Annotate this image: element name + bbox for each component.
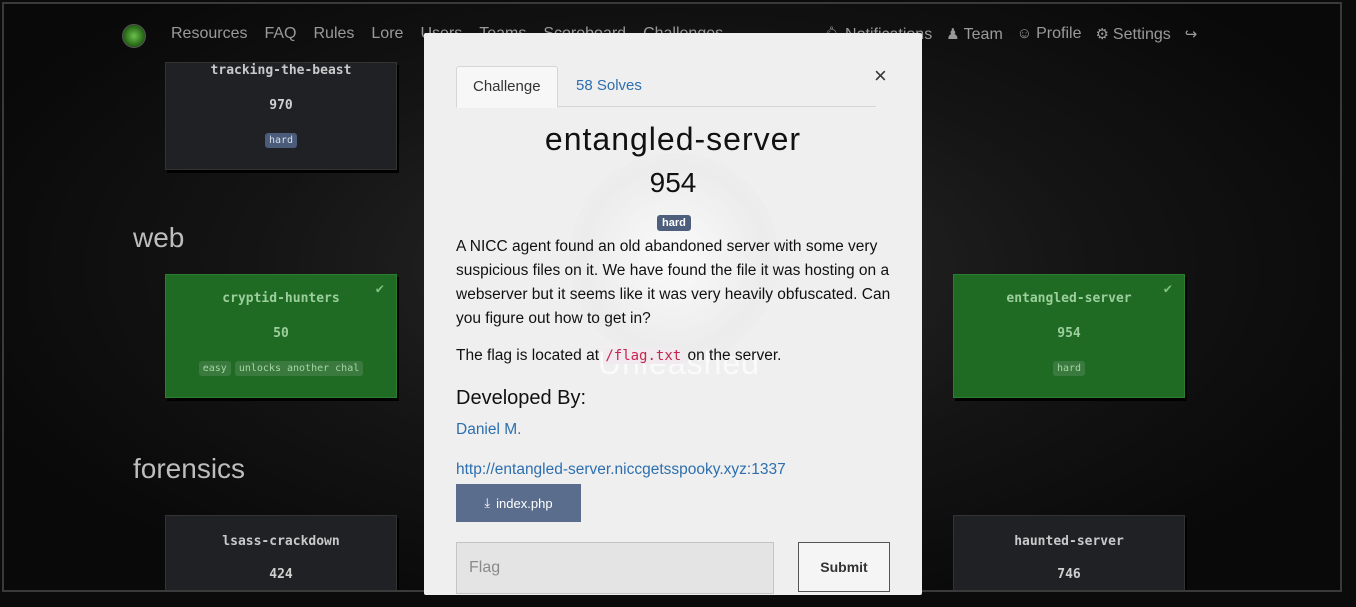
check-icon: ✔ (375, 281, 384, 297)
card-name: tracking-the-beast (210, 63, 352, 78)
nav-settings-label: Settings (1112, 26, 1171, 43)
card-tag: hard (1052, 361, 1086, 376)
challenge-card-lsass[interactable]: lsass-crackdown 424 (165, 515, 397, 590)
card-tag: easy (198, 361, 231, 376)
users-icon: ♟ (946, 26, 960, 43)
nav-team[interactable]: ♟ Team (946, 25, 1003, 44)
card-tag: hard (264, 133, 298, 148)
challenge-modal: Unleashed Challenge 58 Solves × entangle… (424, 33, 922, 595)
card-value: 970 (269, 98, 293, 113)
modal-tabs: Challenge 58 Solves (456, 66, 876, 108)
nav-link-lore[interactable]: Lore (371, 25, 403, 43)
flag-path: /flag.txt (603, 348, 684, 364)
gears-icon: ⚙ (1095, 26, 1109, 43)
nav-settings[interactable]: ⚙ Settings (1095, 25, 1170, 44)
nav-link-rules[interactable]: Rules (314, 25, 355, 43)
section-title-forensics: forensics (133, 453, 246, 484)
card-tag: unlocks another chal (234, 361, 364, 376)
download-file-button[interactable]: ⤓ index.php (456, 484, 581, 522)
section-title-web: web (133, 222, 185, 253)
nav-link-faq[interactable]: FAQ (264, 25, 296, 43)
file-label: index.php (496, 495, 553, 511)
card-value: 954 (1057, 326, 1081, 341)
challenge-tag: hard (657, 215, 691, 231)
challenge-url-link[interactable]: http://entangled-server.niccgetsspooky.x… (456, 461, 786, 479)
tab-challenge[interactable]: Challenge (456, 66, 558, 108)
card-value: 50 (273, 326, 289, 341)
flag-input[interactable] (456, 542, 774, 594)
card-value: 746 (1057, 567, 1081, 582)
developer-link[interactable]: Daniel M. (456, 421, 521, 439)
user-circle-icon: ☺ (1016, 25, 1033, 42)
challenge-card-tracking[interactable]: tracking-the-beast 970 hard (165, 62, 397, 170)
close-icon[interactable]: × (874, 63, 887, 89)
download-icon: ⤓ (484, 495, 491, 510)
challenge-card-haunted[interactable]: haunted-server 746 (953, 515, 1185, 590)
flag-prefix: The flag is located at (456, 347, 604, 364)
nav-profile[interactable]: ☺ Profile (1017, 25, 1082, 44)
challenge-name: entangled-server (544, 121, 802, 157)
developed-by-heading: Developed By: (456, 387, 587, 409)
card-name: entangled-server (1006, 291, 1132, 306)
challenge-description: A NICC agent found an old abandoned serv… (456, 238, 891, 327)
card-value: 424 (269, 567, 293, 582)
card-name: haunted-server (1014, 534, 1124, 549)
submit-button[interactable]: Submit (798, 542, 890, 592)
nav-profile-label: Profile (1036, 25, 1082, 42)
sign-out-icon: ↪ (1184, 26, 1198, 43)
check-icon: ✔ (1163, 281, 1172, 297)
card-name: lsass-crackdown (222, 534, 340, 549)
nav-team-label: Team (963, 26, 1003, 43)
challenge-card-entangled[interactable]: ✔ entangled-server 954 hard (953, 274, 1185, 398)
nav-logout[interactable]: ↪ (1185, 25, 1202, 44)
flag-location-text: The flag is located at /flag.txt on the … (456, 347, 781, 365)
nav-link-resources[interactable]: Resources (171, 25, 247, 43)
challenge-card-cryptid[interactable]: ✔ cryptid-hunters 50 easy unlocks anothe… (165, 274, 397, 398)
tab-solves[interactable]: 58 Solves (560, 66, 658, 106)
card-name: cryptid-hunters (222, 291, 340, 306)
flag-suffix: on the server. (683, 347, 782, 364)
site-logo[interactable] (122, 24, 146, 48)
challenge-value: 954 (649, 167, 697, 198)
